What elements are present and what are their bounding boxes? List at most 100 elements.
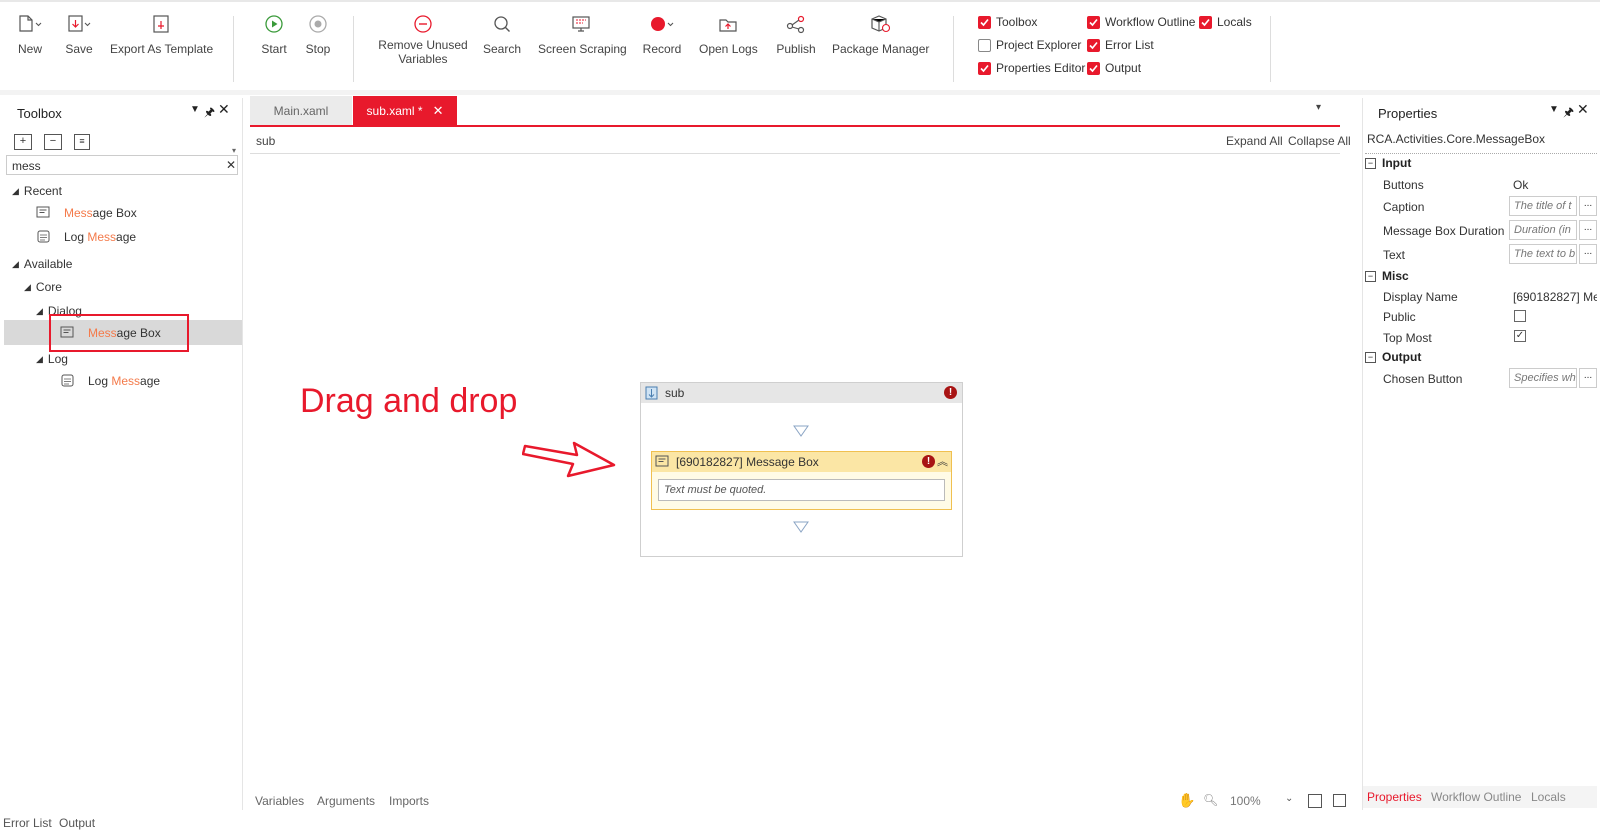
publish-button[interactable]: Publish [774,12,818,56]
export-template-button[interactable]: Export As Template [110,12,213,56]
package-manager-button[interactable]: Package Manager [832,12,930,56]
imports-tab[interactable]: Imports [389,794,429,808]
save-label: Save [65,42,93,56]
prop-text-input[interactable]: The text to b [1509,244,1577,264]
publish-icon [774,12,818,36]
error-icon[interactable]: ! [944,386,957,399]
open-logs-button[interactable]: Open Logs [699,12,758,56]
pin-icon[interactable]: 🖈 [204,103,215,124]
zoom-dropdown-icon[interactable]: ⌄ [1285,793,1293,804]
tree-item-recent-log-message[interactable]: Log Message [36,230,136,244]
list-view-icon[interactable]: ≡ [74,134,90,150]
stop-button[interactable]: Stop [300,12,336,56]
error-list-checkbox[interactable]: Error List [1087,38,1154,52]
tree-item-log-message[interactable]: Log Message [60,374,160,388]
dropdown-arrow-icon[interactable]: ▼ [190,104,200,115]
toolbox-checkbox[interactable]: Toolbox [978,15,1037,29]
sequence-container[interactable]: sub ! [690182827] Message Box ! ︽ Text m… [640,382,963,557]
new-file-icon [10,12,50,36]
activity-title: [690182827] Message Box [676,455,819,469]
record-button[interactable]: Record [640,12,684,56]
locals-tab[interactable]: Locals [1531,790,1566,804]
arguments-tab[interactable]: Arguments [317,794,375,808]
prop-duration-more-button[interactable]: ... [1579,220,1597,240]
message-box-activity[interactable]: [690182827] Message Box ! ︽ Text must be… [651,451,952,510]
zoom-level[interactable]: 100% [1230,794,1261,808]
prop-caption-input[interactable]: The title of t [1509,196,1577,216]
activity-text-input[interactable]: Text must be quoted. [658,479,945,501]
tree-expanded-icon: ◢ [12,258,19,269]
properties-bottom-tabs: Properties Workflow Outline Locals [1363,786,1597,808]
stop-label: Stop [305,42,331,56]
prop-topmost-checkbox[interactable]: ✓ [1514,330,1526,342]
prop-text-more-button[interactable]: ... [1579,244,1597,264]
activity-placeholder: Text must be quoted. [664,484,767,496]
toolbox-search-input[interactable]: mess ✕ [6,155,238,175]
workflow-outline-checkbox[interactable]: Workflow Outline [1087,15,1195,29]
collapse-section-icon: − [1365,270,1376,282]
section-output[interactable]: − Output [1365,350,1421,364]
dropdown-arrow-icon[interactable]: ▼ [1549,104,1559,115]
close-tab-icon[interactable]: ✕ [433,103,444,119]
drop-target-arrow-icon[interactable] [793,521,809,533]
prop-display-name-value[interactable]: [690182827] Mes [1513,290,1597,304]
error-icon[interactable]: ! [922,455,935,468]
collapse-all-icon[interactable]: − [44,134,62,150]
new-button[interactable]: New [10,12,50,56]
prop-public-checkbox[interactable] [1514,310,1526,322]
variables-tab[interactable]: Variables [255,794,304,808]
save-button[interactable]: Save [60,12,98,56]
fit-to-screen-icon[interactable] [1308,794,1322,808]
prop-buttons-value[interactable]: Ok [1513,178,1528,192]
screen-scraping-icon [538,12,624,36]
close-icon[interactable]: ✕ [218,101,230,118]
workflow-outline-tab[interactable]: Workflow Outline [1431,790,1521,804]
toolbar-divider [233,16,234,82]
breadcrumb[interactable]: sub [256,134,275,148]
tree-group-log[interactable]: ◢ Log [36,352,68,366]
expand-all-link[interactable]: Expand All [1226,134,1283,148]
prop-caption-more-button[interactable]: ... [1579,196,1597,216]
tab-overflow-icon[interactable]: ▾ [1316,102,1321,113]
section-misc[interactable]: − Misc [1365,269,1409,283]
log-message-icon [61,374,74,387]
tab-sub-xaml[interactable]: sub.xaml * ✕ [353,96,457,126]
remove-unused-variables-button[interactable]: Remove Unused Variables [378,12,468,66]
toolbox-search-value: mess [12,159,41,173]
search-button[interactable]: Search [482,12,522,56]
remove-unused-label-line2: Variables [398,52,448,66]
tree-item-recent-message-box[interactable]: Message Box [36,206,137,220]
properties-tab[interactable]: Properties [1367,790,1422,804]
prop-chosen-button-more-button[interactable]: ... [1579,368,1597,388]
expand-all-icon[interactable]: + [14,134,32,150]
package-manager-label: Package Manager [832,42,930,56]
sequence-header: sub ! [641,383,962,403]
overview-map-icon[interactable] [1333,794,1346,807]
tree-group-recent[interactable]: ◢ Recent [12,184,62,198]
zoom-search-icon[interactable]: 🔍︎ [1203,793,1218,807]
error-list-tab[interactable]: Error List [3,816,52,830]
section-input[interactable]: − Input [1365,156,1411,170]
collapse-activity-icon[interactable]: ︽ [937,453,948,469]
screen-scraping-button[interactable]: Screen Scraping [538,12,627,56]
drop-target-arrow-icon[interactable] [793,425,809,437]
project-explorer-checkbox[interactable]: Project Explorer [978,38,1081,52]
pan-hand-icon[interactable]: ✋ [1178,792,1195,809]
prop-chosen-button-input[interactable]: Specifies wh [1509,368,1577,388]
tab-main-xaml[interactable]: Main.xaml [250,96,352,126]
pin-icon[interactable]: 🖈 [1563,103,1574,124]
close-icon[interactable]: ✕ [1577,101,1589,118]
collapse-all-link[interactable]: Collapse All [1288,134,1351,148]
properties-editor-checkbox[interactable]: Properties Editor [978,61,1085,75]
properties-header: Properties ▼ 🖈 ✕ [1363,98,1597,126]
locals-checkbox-label: Locals [1217,15,1252,29]
output-tab[interactable]: Output [59,816,95,830]
prop-duration-input[interactable]: Duration (in [1509,220,1577,240]
tree-group-available[interactable]: ◢ Available [12,257,72,271]
start-button[interactable]: Start [256,12,292,56]
tree-group-core[interactable]: ◢ Core [24,280,62,294]
clear-search-icon[interactable]: ✕ [226,158,236,172]
toolbar-divider [1270,16,1271,82]
output-checkbox[interactable]: Output [1087,61,1141,75]
locals-checkbox[interactable]: Locals [1199,15,1252,29]
